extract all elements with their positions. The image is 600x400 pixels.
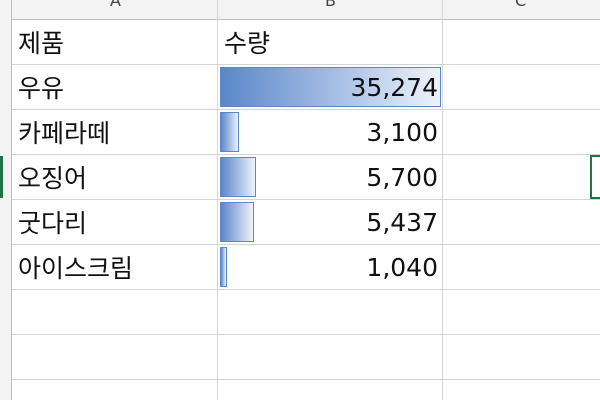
cell-a2[interactable]: 우유	[12, 65, 217, 109]
product-name: 우유	[18, 74, 65, 103]
header-quantity: 수량	[224, 29, 271, 58]
cell-b4[interactable]: 5,700	[218, 155, 442, 199]
data-bar	[220, 247, 227, 287]
column-header-bar[interactable]: A B C	[0, 0, 600, 20]
data-bar	[220, 202, 254, 242]
quantity-value: 5,437	[366, 207, 438, 237]
column-header-a[interactable]: A	[110, 0, 121, 10]
product-name: 오징어	[18, 164, 88, 193]
cell-a5[interactable]: 굿다리	[12, 200, 217, 244]
row-header-bar[interactable]	[0, 0, 12, 400]
gridline-horizontal	[12, 379, 600, 380]
quantity-value: 3,100	[366, 117, 438, 147]
cell-a1[interactable]: 제품	[12, 20, 217, 64]
column-header-b[interactable]: B	[325, 0, 336, 10]
cell-b6[interactable]: 1,040	[218, 245, 442, 289]
quantity-value: 1,040	[366, 252, 438, 282]
product-name: 아이스크림	[18, 254, 134, 283]
cell-b3[interactable]: 3,100	[218, 110, 442, 154]
cell-a3[interactable]: 카페라떼	[12, 110, 217, 154]
spreadsheet-grid[interactable]: A B C 제품 수량 우유 35,274 카페라떼 3,100 오징어 5,7…	[0, 0, 600, 400]
gridline-horizontal	[12, 334, 600, 335]
cell-a4[interactable]: 오징어	[12, 155, 217, 199]
cell-b5[interactable]: 5,437	[218, 200, 442, 244]
selected-cell-c4[interactable]	[590, 155, 600, 199]
gridline-horizontal	[12, 289, 600, 290]
data-bar	[220, 112, 239, 152]
data-bar	[220, 157, 256, 197]
gridline-vertical	[442, 0, 443, 400]
cell-a6[interactable]: 아이스크림	[12, 245, 217, 289]
column-header-c[interactable]: C	[515, 0, 526, 10]
cell-b1[interactable]: 수량	[218, 20, 442, 64]
quantity-value: 35,274	[350, 72, 438, 102]
cell-b2[interactable]: 35,274	[218, 65, 442, 109]
quantity-value: 5,700	[366, 162, 438, 192]
row-selection-indicator	[0, 156, 3, 198]
product-name: 카페라떼	[18, 119, 111, 148]
header-product: 제품	[18, 29, 65, 58]
product-name: 굿다리	[18, 209, 88, 238]
